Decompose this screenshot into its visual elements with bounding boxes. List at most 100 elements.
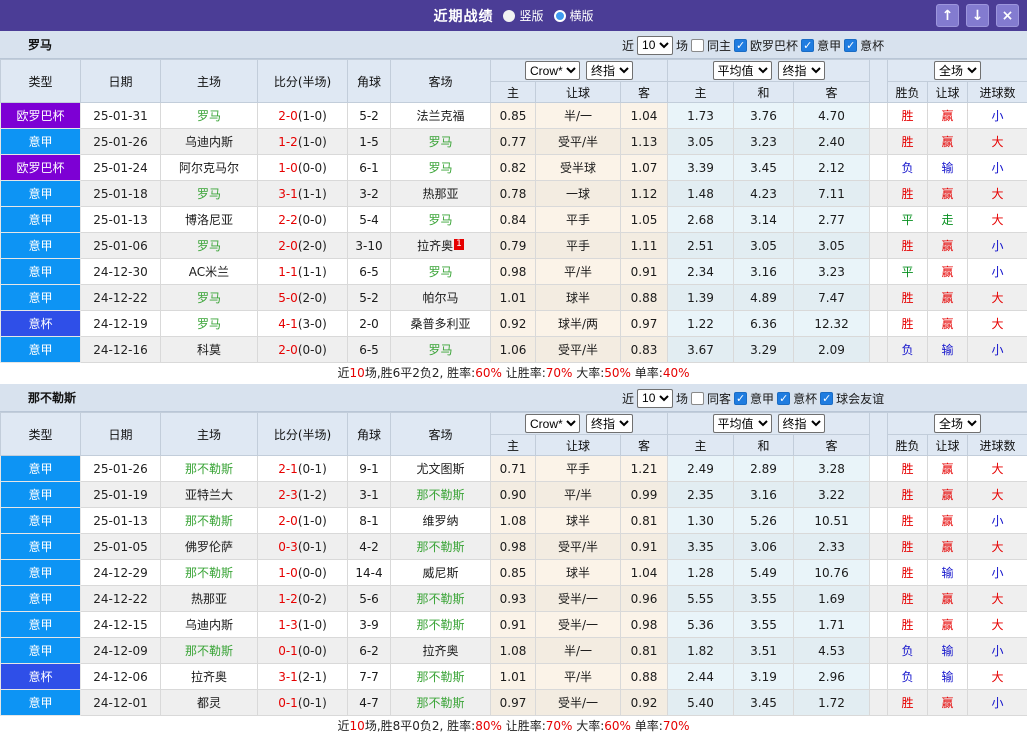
- away-team: 那不勒斯: [391, 664, 491, 690]
- spacer-cell: [870, 155, 888, 181]
- score-halftime: (1-1): [298, 265, 327, 279]
- summary-part: 让胜率:: [502, 366, 546, 380]
- score-halftime: (1-0): [298, 514, 327, 528]
- match-count-select[interactable]: 10: [637, 36, 673, 55]
- result-goals: 大: [968, 612, 1027, 638]
- league-filter-checkbox[interactable]: [734, 39, 747, 52]
- result-goals: 大: [968, 482, 1027, 508]
- crow-final-select[interactable]: 终指: [586, 61, 633, 80]
- home-team: AC米兰: [161, 259, 258, 285]
- league-filter-label: 意甲: [817, 37, 841, 54]
- handicap-away-odds: 0.97: [621, 311, 668, 337]
- same-venue-checkbox[interactable]: [691, 39, 704, 52]
- close-button[interactable]: ×: [996, 4, 1019, 27]
- move-up-button[interactable]: ↑: [936, 4, 959, 27]
- spacer-cell: [870, 337, 888, 363]
- fulltime-select[interactable]: 全场: [934, 61, 981, 80]
- avg-draw-odds: 3.45: [734, 690, 794, 716]
- handicap-home-odds: 0.98: [491, 259, 536, 285]
- average-select[interactable]: 平均值: [713, 61, 772, 80]
- league-filter-checkbox[interactable]: [734, 392, 747, 405]
- match-count-select[interactable]: 10: [637, 389, 673, 408]
- handicap-line: 球半: [536, 285, 621, 311]
- league-filter-checkbox[interactable]: [801, 39, 814, 52]
- col-corner: 角球: [348, 413, 391, 456]
- average-final-select[interactable]: 终指: [778, 61, 825, 80]
- avg-away-odds: 2.12: [794, 155, 870, 181]
- avg-draw-odds: 5.26: [734, 508, 794, 534]
- avg-home-odds: 2.44: [668, 664, 734, 690]
- avg-draw-odds: 3.76: [734, 103, 794, 129]
- avg-away-odds: 10.51: [794, 508, 870, 534]
- move-down-button[interactable]: ↓: [966, 4, 989, 27]
- result-winlose: 胜: [888, 103, 928, 129]
- summary-part: 50%: [604, 366, 631, 380]
- home-team: 罗马: [161, 103, 258, 129]
- league-filter-checkbox[interactable]: [777, 392, 790, 405]
- result-winlose: 胜: [888, 560, 928, 586]
- recent-results-window: 近期战绩 竖版 横版 ↑ ↓ × 罗马 近10场同主欧罗巴杯意甲意杯: [0, 0, 1027, 733]
- col-away: 客场: [391, 60, 491, 103]
- match-row: 意甲 24-12-09 那不勒斯 0-1(0-0) 6-2 拉齐奥 1.08 半…: [1, 638, 1027, 664]
- fulltime-select[interactable]: 全场: [934, 414, 981, 433]
- match-date: 25-01-26: [81, 456, 161, 482]
- score-cell: 2-2(0-0): [258, 207, 348, 233]
- corner-score: 3-1: [348, 482, 391, 508]
- score-cell: 2-0(0-0): [258, 337, 348, 363]
- handicap-home-odds: 0.79: [491, 233, 536, 259]
- corner-score: 3-10: [348, 233, 391, 259]
- match-date: 24-12-30: [81, 259, 161, 285]
- avg-away-odds: 3.23: [794, 259, 870, 285]
- crow-final-select[interactable]: 终指: [586, 414, 633, 433]
- league-filter-checkbox[interactable]: [844, 39, 857, 52]
- result-handicap: 赢: [928, 586, 968, 612]
- league-badge: 欧罗巴杯: [1, 103, 81, 129]
- avg-home-odds: 5.36: [668, 612, 734, 638]
- crow-company-select[interactable]: Crow*: [525, 414, 580, 433]
- result-handicap: 赢: [928, 129, 968, 155]
- league-filter-checkbox[interactable]: [820, 392, 833, 405]
- score-cell: 2-0(1-0): [258, 103, 348, 129]
- average-selects: 平均值终指: [668, 413, 870, 435]
- handicap-home-odds: 1.08: [491, 638, 536, 664]
- result-goals: 大: [968, 181, 1027, 207]
- handicap-away-odds: 1.05: [621, 207, 668, 233]
- score-fulltime: 2-2: [278, 213, 298, 227]
- col-score: 比分(半场): [258, 60, 348, 103]
- filter-games-label: 场: [676, 37, 688, 54]
- col-home: 主场: [161, 60, 258, 103]
- result-goals: 小: [968, 560, 1027, 586]
- radio-horizontal-layout[interactable]: 横版: [554, 7, 594, 24]
- col-handicap-result: 让球: [928, 435, 968, 456]
- result-winlose: 胜: [888, 285, 928, 311]
- home-team: 那不勒斯: [161, 456, 258, 482]
- home-team: 都灵: [161, 690, 258, 716]
- handicap-line: 受平/半: [536, 337, 621, 363]
- result-goals: 大: [968, 534, 1027, 560]
- handicap-home-odds: 0.90: [491, 482, 536, 508]
- result-goals: 大: [968, 207, 1027, 233]
- league-badge: 意甲: [1, 285, 81, 311]
- avg-home-odds: 1.73: [668, 103, 734, 129]
- score-cell: 3-1(2-1): [258, 664, 348, 690]
- handicap-line: 受半球: [536, 155, 621, 181]
- spacer-cell: [870, 560, 888, 586]
- average-final-select[interactable]: 终指: [778, 414, 825, 433]
- same-venue-checkbox[interactable]: [691, 392, 704, 405]
- handicap-selects: Crow* 终指: [491, 60, 668, 82]
- average-select[interactable]: 平均值: [713, 414, 772, 433]
- result-winlose: 胜: [888, 690, 928, 716]
- corner-score: 3-2: [348, 181, 391, 207]
- result-handicap: 赢: [928, 259, 968, 285]
- result-winlose: 胜: [888, 586, 928, 612]
- spacer-header: [870, 413, 888, 456]
- league-badge: 意甲: [1, 482, 81, 508]
- score-fulltime: 0-3: [278, 540, 298, 554]
- league-badge: 意甲: [1, 508, 81, 534]
- crow-company-select[interactable]: Crow*: [525, 61, 580, 80]
- radio-vertical-layout[interactable]: 竖版: [503, 7, 543, 24]
- summary-part: 10: [350, 719, 365, 733]
- avg-home-odds: 1.28: [668, 560, 734, 586]
- handicap-home-odds: 1.01: [491, 664, 536, 690]
- handicap-line: 受平/半: [536, 129, 621, 155]
